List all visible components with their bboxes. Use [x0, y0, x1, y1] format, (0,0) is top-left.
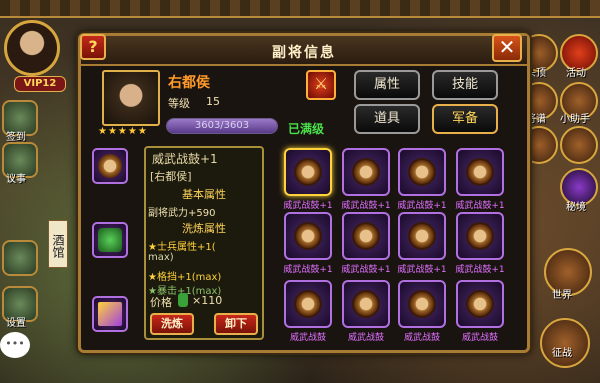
faction-emblem-icon[interactable]: ⚔: [306, 70, 336, 100]
war-drum-icon: [466, 290, 494, 318]
price-value: ×110: [192, 294, 223, 307]
event-label: 活动: [566, 68, 586, 79]
player-avatar[interactable]: [4, 20, 60, 76]
refine-attr-line: max): [148, 252, 174, 263]
war-drum-icon: [294, 222, 322, 250]
inventory-item-label: 威武战鼓+1: [283, 265, 333, 275]
refine-button[interactable]: 洗炼: [150, 313, 194, 335]
inventory-item-label: 威武战鼓: [347, 333, 384, 343]
inventory-item-label: 威武战鼓+1: [455, 265, 505, 275]
checkin-label: 签到: [6, 132, 26, 143]
equip-slot-seal[interactable]: [92, 222, 128, 258]
inventory-item[interactable]: [342, 280, 390, 328]
settings-label: 设置: [6, 318, 26, 329]
war-drum-icon: [352, 158, 380, 186]
inventory-item[interactable]: [284, 280, 332, 328]
exp-text: 3603/3603: [194, 120, 250, 131]
inventory-item-label: 威武战鼓+1: [455, 201, 505, 211]
inventory-item[interactable]: [456, 148, 504, 196]
inventory-item-label: 威武战鼓+1: [341, 265, 391, 275]
base-attr-line: 副将武力+590: [148, 208, 216, 219]
level-label: 等级: [168, 97, 190, 110]
inventory-item[interactable]: [284, 212, 332, 260]
council-label: 议事: [6, 174, 26, 185]
level-value: 15: [206, 95, 220, 108]
tab-items[interactable]: 道具: [354, 104, 420, 134]
vip-badge: VIP12: [14, 76, 66, 92]
war-drum-icon: [352, 222, 380, 250]
inventory-item-label: 威武战鼓+1: [283, 201, 333, 211]
inventory-item[interactable]: [456, 212, 504, 260]
refine-attr-line: ★士兵属性+1(: [148, 242, 216, 253]
assistant-label: 小助手: [560, 114, 590, 125]
secret-realm-label: 秘境: [566, 202, 586, 213]
refine-attr-line: ★格挡+1(max): [148, 272, 222, 283]
war-drum-icon: [408, 158, 436, 186]
tavern-sign[interactable]: 酒馆: [48, 220, 68, 268]
chat-icon[interactable]: •••: [0, 332, 30, 358]
inventory-item[interactable]: [284, 148, 332, 196]
price-label: 价格: [150, 296, 172, 309]
item-owner: [右都侯]: [150, 170, 192, 183]
inventory-item-label: 威武战鼓+1: [341, 201, 391, 211]
general-name: 右都侯: [168, 75, 210, 91]
campaign-icon[interactable]: [540, 318, 590, 368]
war-drum-icon: [408, 290, 436, 318]
inventory-item[interactable]: [398, 212, 446, 260]
inventory-item-label: 威武战鼓+1: [397, 201, 447, 211]
inventory-item[interactable]: [342, 148, 390, 196]
tab-skills[interactable]: 技能: [432, 70, 498, 100]
mail-icon[interactable]: [2, 240, 38, 276]
star-rating: ★★★★★: [98, 126, 148, 137]
item-name: 威武战鼓+1: [152, 152, 218, 166]
refine-attr-heading: 洗炼属性: [182, 222, 226, 235]
inventory-item[interactable]: [342, 212, 390, 260]
maxed-label: 已满级: [288, 122, 325, 136]
unequip-button[interactable]: 卸下: [214, 313, 258, 335]
inventory-item-label: 威武战鼓: [461, 333, 498, 343]
equip-slot-banner[interactable]: [92, 296, 128, 332]
general-portrait: [102, 70, 160, 126]
drum-icon: [98, 154, 122, 178]
jade-seal-icon: [98, 228, 122, 252]
war-drum-icon: [294, 158, 322, 186]
inventory-item[interactable]: [398, 148, 446, 196]
help-button[interactable]: ?: [80, 34, 106, 60]
war-drum-icon: [408, 222, 436, 250]
tab-attributes[interactable]: 属性: [354, 70, 420, 100]
world-label: 世界: [552, 290, 572, 301]
inventory-item[interactable]: [456, 280, 504, 328]
exp-bar: 3603/3603: [166, 118, 278, 134]
top-border: [0, 0, 600, 18]
war-drum-icon: [352, 290, 380, 318]
jade-currency-icon: [178, 293, 188, 307]
item-detail-panel: 威武战鼓+1 [右都侯] 基本属性 副将武力+590 洗炼属性 ★士兵属性+1(…: [144, 146, 264, 340]
war-drum-icon: [294, 290, 322, 318]
tab-equipment[interactable]: 军备: [432, 104, 498, 134]
hand-icon[interactable]: [560, 126, 598, 164]
war-drum-icon: [466, 222, 494, 250]
panel-header: 副将信息: [81, 36, 527, 66]
banner-icon: [98, 302, 122, 326]
campaign-label: 征战: [552, 348, 572, 359]
inventory-item[interactable]: [398, 280, 446, 328]
base-attr-heading: 基本属性: [182, 188, 226, 201]
equip-slot-drum[interactable]: [92, 148, 128, 184]
close-button[interactable]: ✕: [492, 34, 522, 62]
war-drum-icon: [466, 158, 494, 186]
inventory-item-label: 威武战鼓: [403, 333, 440, 343]
panel-title: 副将信息: [272, 45, 336, 61]
inventory-item-label: 威武战鼓: [289, 333, 326, 343]
inventory-item-label: 威武战鼓+1: [397, 265, 447, 275]
